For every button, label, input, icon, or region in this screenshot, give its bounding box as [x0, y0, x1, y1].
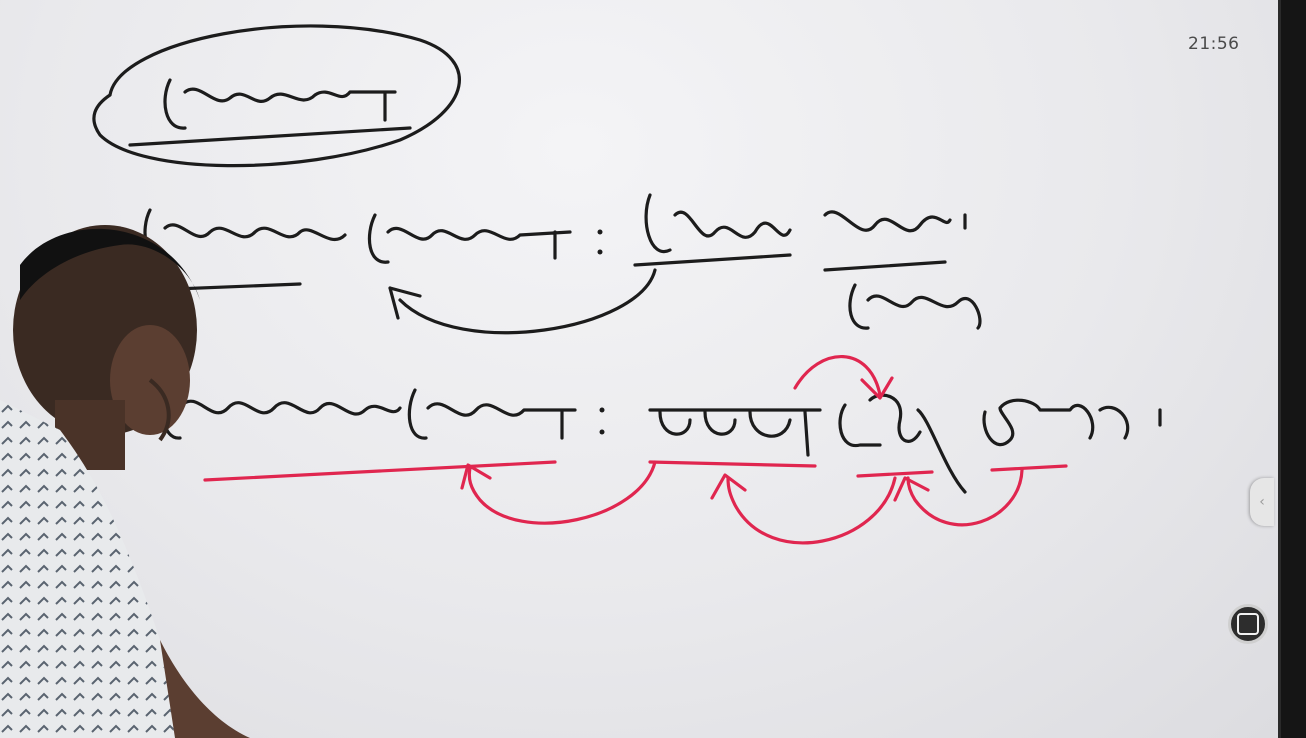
red-arrow-2 [726, 476, 897, 545]
square-icon [1237, 613, 1259, 635]
red-arrow-3 [906, 468, 1024, 527]
whiteboard: 21:56 [0, 0, 1280, 738]
device-bezel [1278, 0, 1306, 738]
chevron-left-icon: ‹ [1259, 494, 1265, 510]
red-arrow-top [793, 355, 882, 397]
row3-word3 [648, 408, 822, 457]
row2-arrow [398, 268, 657, 335]
floating-action-button[interactable] [1228, 604, 1268, 644]
clock-time: 21:56 [1188, 34, 1240, 54]
red-underline-3 [856, 470, 934, 478]
row2-word4 [823, 210, 952, 233]
row2-underline3 [633, 253, 792, 267]
screen: 21:56 ‹ [0, 0, 1306, 738]
row2-underline4 [823, 260, 947, 272]
row2-word2 [367, 213, 572, 264]
red-underline-4 [990, 464, 1068, 472]
row2-subword [848, 283, 982, 330]
row3-word5 [982, 398, 1130, 447]
presenter-figure [0, 225, 250, 738]
row3-word2 [407, 388, 577, 440]
side-panel-handle[interactable]: ‹ [1250, 478, 1274, 526]
red-underline-2 [648, 460, 817, 468]
red-arrow-1 [467, 460, 657, 525]
row2-word3 [644, 193, 792, 254]
